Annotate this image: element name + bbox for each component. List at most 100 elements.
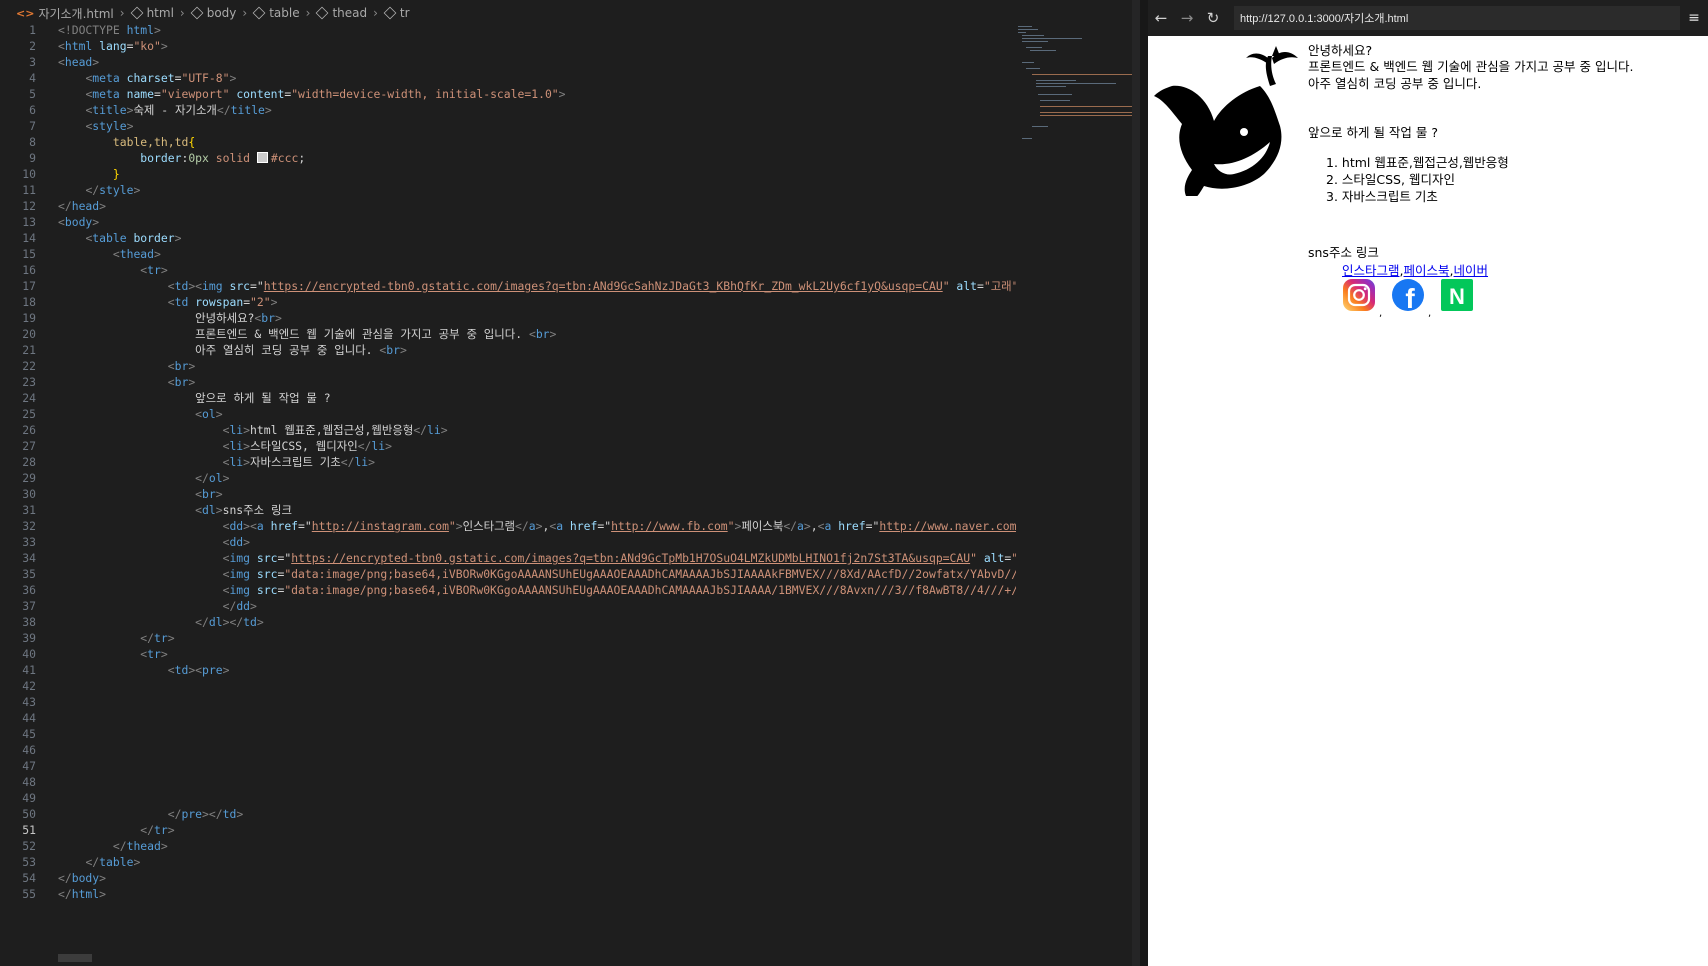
- code-line[interactable]: 13 <body>: [0, 214, 1016, 230]
- breadcrumb-thead[interactable]: thead: [316, 6, 367, 20]
- code-line[interactable]: 38 </dl></td>: [0, 614, 1016, 630]
- code-line[interactable]: 25 <ol>: [0, 406, 1016, 422]
- line-number: 45: [22, 727, 36, 741]
- address-bar[interactable]: http://127.0.0.1:3000/자기소개.html: [1234, 6, 1680, 30]
- code-line[interactable]: 30 <br>: [0, 486, 1016, 502]
- code-area[interactable]: 1 <!DOCTYPE html> 2 <html lang="ko"> 3 <head>…: [0, 22, 1016, 902]
- code-line[interactable]: 11 </style>: [0, 182, 1016, 198]
- hamburger-icon[interactable]: ≡: [1680, 10, 1708, 26]
- code-line[interactable]: 32 <dd><a href="http://instagram.com">인스…: [0, 518, 1016, 534]
- line-number: 52: [22, 839, 36, 853]
- code-line[interactable]: 21 아주 열심히 코딩 공부 중 입니다. <br>: [0, 342, 1016, 358]
- code-token: src: [256, 583, 278, 597]
- code-line[interactable]: 15 <thead>: [0, 246, 1016, 262]
- arrow-left-icon[interactable]: ←: [1148, 9, 1174, 27]
- code-line[interactable]: 8 table,th,td{: [0, 134, 1016, 150]
- code-line[interactable]: 31 <dl>sns주소 링크: [0, 502, 1016, 518]
- code-line[interactable]: 2 <html lang="ko">: [0, 38, 1016, 54]
- code-line[interactable]: 20 프론트엔드 & 백엔드 웹 기술에 관심을 가지고 공부 중 입니다. <…: [0, 326, 1016, 342]
- code-line[interactable]: 10 }: [0, 166, 1016, 182]
- horizontal-scrollbar[interactable]: [58, 954, 92, 962]
- sns-links: 인스타그램,페이스북,네이버: [1342, 260, 1488, 279]
- code-line[interactable]: 51 </tr>: [0, 822, 1016, 838]
- line-number: 39: [22, 631, 36, 645]
- code-line[interactable]: 9 border:0px solid #ccc;: [0, 150, 1016, 166]
- breadcrumb-tr[interactable]: tr: [383, 6, 410, 20]
- code-line[interactable]: 35 <img src="data:image/png;base64,iVBOR…: [0, 566, 1016, 582]
- code-line[interactable]: 47: [0, 758, 1016, 774]
- code-line[interactable]: 43: [0, 694, 1016, 710]
- code-line[interactable]: 52 </thead>: [0, 838, 1016, 854]
- code-token: 프론트엔드 & 백엔드 웹 기술에 관심을 가지고 공부 중 입니다.: [58, 327, 529, 341]
- editor-scrollbar[interactable]: [1132, 0, 1140, 966]
- code-line[interactable]: 18 <td rowspan="2">: [0, 294, 1016, 310]
- code-line[interactable]: 48: [0, 774, 1016, 790]
- code-line[interactable]: 3 <head>: [0, 54, 1016, 70]
- code-token: >: [215, 487, 223, 501]
- facebook-link[interactable]: 페이스북: [1404, 263, 1450, 278]
- code-line[interactable]: 1 <!DOCTYPE html>: [0, 22, 1016, 38]
- code-line[interactable]: 6 <title>숙제 - 자기소개</title>: [0, 102, 1016, 118]
- code-line[interactable]: 4 <meta charset="UTF-8">: [0, 70, 1016, 86]
- code-line[interactable]: 26 <li>html 웹표준,웹접근성,웹반응형</li>: [0, 422, 1016, 438]
- code-text: <body>: [58, 214, 1016, 230]
- code-line[interactable]: 45: [0, 726, 1016, 742]
- code-editor[interactable]: <> 자기소개.html › html › body › table › thea…: [0, 0, 1140, 966]
- instagram-link[interactable]: 인스타그램: [1342, 263, 1400, 278]
- code-token: }: [112, 167, 120, 181]
- code-token: li: [229, 455, 244, 469]
- code-line[interactable]: 12 </head>: [0, 198, 1016, 214]
- code-line[interactable]: 22 <br>: [0, 358, 1016, 374]
- code-line[interactable]: 27 <li>스타일CSS, 웹디자인</li>: [0, 438, 1016, 454]
- code-line[interactable]: 34 <img src="https://encrypted-tbn0.gsta…: [0, 550, 1016, 566]
- naver-link[interactable]: 네이버: [1454, 263, 1489, 278]
- minimap[interactable]: [1018, 22, 1140, 142]
- code-line[interactable]: 36 <img src="data:image/png;base64,iVBOR…: [0, 582, 1016, 598]
- code-line[interactable]: 44: [0, 710, 1016, 726]
- code-token: >: [264, 103, 272, 117]
- code-line[interactable]: 53 </table>: [0, 854, 1016, 870]
- code-line[interactable]: 46: [0, 742, 1016, 758]
- code-token: dl: [208, 615, 223, 629]
- split-divider[interactable]: [1140, 0, 1148, 966]
- code-line[interactable]: 28 <li>자바스크립트 기초</li>: [0, 454, 1016, 470]
- code-line[interactable]: 5 <meta name="viewport" content="width=d…: [0, 86, 1016, 102]
- code-line[interactable]: 40 <tr>: [0, 646, 1016, 662]
- code-token: =": [865, 519, 880, 533]
- code-token: a: [797, 519, 804, 533]
- code-token: href: [838, 519, 866, 533]
- line-number: 42: [22, 679, 36, 693]
- breadcrumb-file[interactable]: <> 자기소개.html: [16, 5, 114, 22]
- code-line[interactable]: 54 </body>: [0, 870, 1016, 886]
- code-line[interactable]: 16 <tr>: [0, 262, 1016, 278]
- line-number: 55: [22, 887, 36, 901]
- line-number: 37: [22, 599, 36, 613]
- code-token: br: [174, 359, 189, 373]
- arrow-right-icon[interactable]: →: [1174, 9, 1200, 27]
- code-line[interactable]: 33 <dd>: [0, 534, 1016, 550]
- code-text: table,th,td{: [58, 134, 1016, 150]
- code-line[interactable]: 55 </html>: [0, 886, 1016, 902]
- code-line[interactable]: 39 </tr>: [0, 630, 1016, 646]
- breadcrumb-html[interactable]: html: [130, 6, 174, 20]
- code-line[interactable]: 24 앞으로 하게 될 작업 물 ?: [0, 390, 1016, 406]
- code-line[interactable]: 29 </ol>: [0, 470, 1016, 486]
- code-line[interactable]: 41 <td><pre>: [0, 662, 1016, 678]
- code-line[interactable]: 37 </dd>: [0, 598, 1016, 614]
- code-token: img: [229, 567, 257, 581]
- code-line[interactable]: 23 <br>: [0, 374, 1016, 390]
- breadcrumb-table[interactable]: table: [252, 6, 300, 20]
- code-token: >: [167, 823, 175, 837]
- code-line[interactable]: 49: [0, 790, 1016, 806]
- breadcrumb-body[interactable]: body: [190, 6, 236, 20]
- code-line[interactable]: 7 <style>: [0, 118, 1016, 134]
- reload-icon[interactable]: ↻: [1200, 9, 1226, 27]
- line-number: 44: [22, 711, 36, 725]
- code-line[interactable]: 17 <td><img src="https://encrypted-tbn0.…: [0, 278, 1016, 294]
- code-line[interactable]: 50 </pre></td>: [0, 806, 1016, 822]
- code-line[interactable]: 19 안녕하세요?<br>: [0, 310, 1016, 326]
- code-line[interactable]: 14 <table border>: [0, 230, 1016, 246]
- code-line[interactable]: 42: [0, 678, 1016, 694]
